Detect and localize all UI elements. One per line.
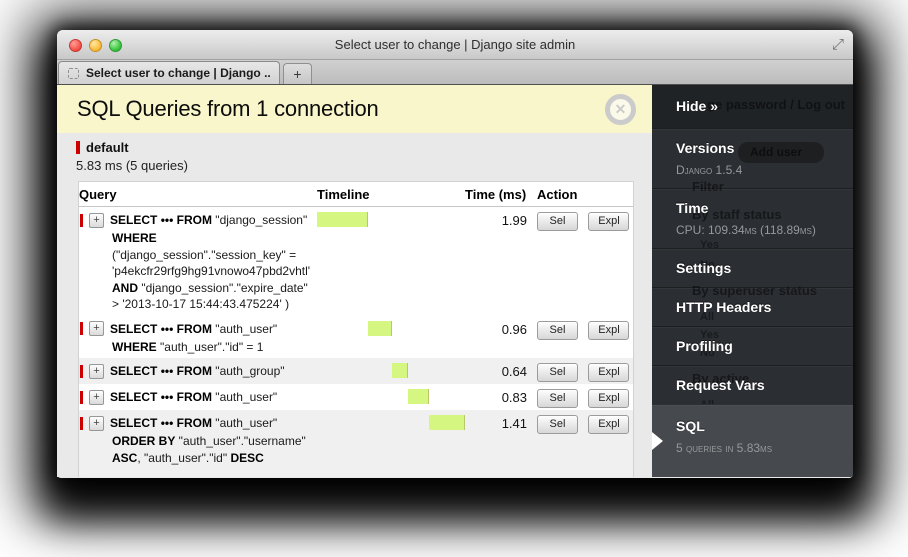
expand-toggle-button[interactable]: + xyxy=(89,321,104,336)
db-color-marker xyxy=(80,365,83,378)
sidebar-item-profiling[interactable]: Profiling xyxy=(652,326,853,365)
tab-select-user[interactable]: Select user to change | Django ... xyxy=(58,61,280,84)
sel-button[interactable]: Sel xyxy=(537,389,578,408)
window-titlebar: Select user to change | Django site admi… xyxy=(57,30,853,60)
selected-panel-arrow-icon xyxy=(652,432,663,450)
expl-button[interactable]: Expl xyxy=(588,212,629,231)
sql-text[interactable]: SELECT ••• FROM "auth_user" xyxy=(110,390,277,404)
sidebar-item-label: Versions xyxy=(676,140,843,156)
timeline-bar xyxy=(368,321,392,336)
query-time: 0.83 xyxy=(465,384,537,410)
expl-button[interactable]: Expl xyxy=(588,363,629,382)
close-icon: ✕ xyxy=(615,101,627,118)
query-time: 0.96 xyxy=(465,316,537,359)
tab-title: Select user to change | Django ... xyxy=(86,66,270,80)
query-time: 1.99 xyxy=(465,207,537,316)
expl-button[interactable]: Expl xyxy=(588,415,629,434)
sidebar-item-sql[interactable]: SQL 5 queries in 5.83ms xyxy=(652,404,853,477)
db-color-marker xyxy=(80,417,83,430)
sql-text[interactable]: SELECT ••• FROM "auth_user" xyxy=(110,322,277,336)
sidebar-hide-button[interactable]: Hide » xyxy=(652,85,853,128)
sel-button[interactable]: Sel xyxy=(537,321,578,340)
sidebar-item-label: Request Vars xyxy=(676,377,843,393)
expand-toggle-button[interactable]: + xyxy=(89,416,104,431)
expl-button[interactable]: Expl xyxy=(588,389,629,408)
sidebar-item-time[interactable]: Time CPU: 109.34ms (118.89ms) xyxy=(652,188,853,248)
zoom-window-button[interactable] xyxy=(109,39,122,52)
sel-button[interactable]: Sel xyxy=(537,415,578,434)
sql-panel-header: SQL Queries from 1 connection ✕ xyxy=(57,85,652,133)
expand-toggle-button[interactable]: + xyxy=(89,390,104,405)
expand-toggle-button[interactable]: + xyxy=(89,213,104,228)
page-content: SQL Queries from 1 connection ✕ default … xyxy=(57,85,853,477)
timeline-bar xyxy=(408,389,429,404)
favicon-placeholder-icon xyxy=(68,68,79,79)
col-header-time: Time (ms) xyxy=(465,182,537,207)
sidebar-item-http-headers[interactable]: HTTP Headers xyxy=(652,287,853,326)
sidebar-item-subtitle: CPU: 109.34ms (118.89ms) xyxy=(676,223,843,237)
sidebar-item-subtitle: Django 1.5.4 xyxy=(676,163,843,177)
sel-button[interactable]: Sel xyxy=(537,363,578,382)
timeline-bar xyxy=(429,415,465,430)
timeline-bar xyxy=(392,363,408,378)
traffic-lights xyxy=(69,39,122,52)
sidebar-item-versions[interactable]: Versions Django 1.5.4 xyxy=(652,128,853,188)
db-stats: 5.83 ms (5 queries) xyxy=(76,158,652,173)
debug-toolbar-sidebar: ge password / Log outAdd userFilterBy st… xyxy=(652,85,853,477)
query-table-body: + SELECT ••• FROM "django_session" WHERE… xyxy=(79,207,633,478)
sql-text[interactable]: SELECT ••• FROM "auth_user" xyxy=(110,416,277,430)
sql-panel: SQL Queries from 1 connection ✕ default … xyxy=(57,85,652,477)
panel-title: SQL Queries from 1 connection xyxy=(77,96,379,122)
tab-bar: Select user to change | Django ... + xyxy=(57,60,853,85)
timeline-bar xyxy=(317,212,368,227)
browser-window: Select user to change | Django site admi… xyxy=(57,30,853,478)
sidebar-item-settings[interactable]: Settings xyxy=(652,248,853,287)
screenshot-stage: Select user to change | Django site admi… xyxy=(0,0,908,557)
db-color-marker xyxy=(80,214,83,227)
col-header-timeline: Timeline xyxy=(317,182,465,207)
db-name: default xyxy=(86,140,129,155)
sql-text[interactable]: SELECT ••• FROM "auth_group" xyxy=(110,364,285,378)
query-table-head-row: Query Timeline Time (ms) Action xyxy=(79,182,633,207)
col-header-action: Action xyxy=(537,182,633,207)
sidebar-item-request-vars[interactable]: Request Vars xyxy=(652,365,853,404)
close-window-button[interactable] xyxy=(69,39,82,52)
query-time: 1.41 xyxy=(465,410,537,477)
sel-button[interactable]: Sel xyxy=(537,212,578,231)
db-color-marker xyxy=(76,141,80,154)
query-row: + SELECT ••• FROM "auth_group" 0.64 Sel … xyxy=(79,358,633,384)
new-tab-button[interactable]: + xyxy=(283,63,312,84)
sidebar-item-label: Settings xyxy=(676,260,843,276)
query-row: + SELECT ••• FROM "auth_user" WHERE "aut… xyxy=(79,316,633,359)
sql-detail-lines: ORDER BY "auth_user"."username"ASC, "aut… xyxy=(79,433,317,466)
fullscreen-icon[interactable]: ⤢ xyxy=(832,36,844,53)
sql-detail-lines: WHERE("django_session"."session_key" ='p… xyxy=(79,230,317,313)
query-row: + SELECT ••• FROM "auth_user" 0.83 Sel E… xyxy=(79,384,633,410)
query-row: + SELECT ••• FROM "django_session" WHERE… xyxy=(79,207,633,316)
window-title: Select user to change | Django site admi… xyxy=(335,37,575,52)
sidebar-items: Versions Django 1.5.4 Time CPU: 109.34ms… xyxy=(652,128,853,477)
database-summary: default 5.83 ms (5 queries) xyxy=(57,133,652,173)
sql-detail-lines: WHERE "auth_user"."id" = 1 xyxy=(79,339,317,356)
sidebar-item-label: Time xyxy=(676,200,843,216)
query-row: + SELECT ••• FROM "auth_user" ORDER BY "… xyxy=(79,410,633,477)
sql-text[interactable]: SELECT ••• FROM "django_session" xyxy=(110,213,307,227)
query-table: Query Timeline Time (ms) Action + SELECT… xyxy=(78,181,634,477)
col-header-query: Query xyxy=(79,182,317,207)
sidebar-item-label: SQL xyxy=(676,418,843,434)
sidebar-item-label: Profiling xyxy=(676,338,843,354)
db-color-marker xyxy=(80,322,83,335)
db-color-marker xyxy=(80,391,83,404)
close-panel-button[interactable]: ✕ xyxy=(605,94,636,125)
query-time: 0.64 xyxy=(465,358,537,384)
sidebar-item-subtitle: 5 queries in 5.83ms xyxy=(676,441,843,455)
expl-button[interactable]: Expl xyxy=(588,321,629,340)
minimize-window-button[interactable] xyxy=(89,39,102,52)
expand-toggle-button[interactable]: + xyxy=(89,364,104,379)
sidebar-item-label: HTTP Headers xyxy=(676,299,843,315)
